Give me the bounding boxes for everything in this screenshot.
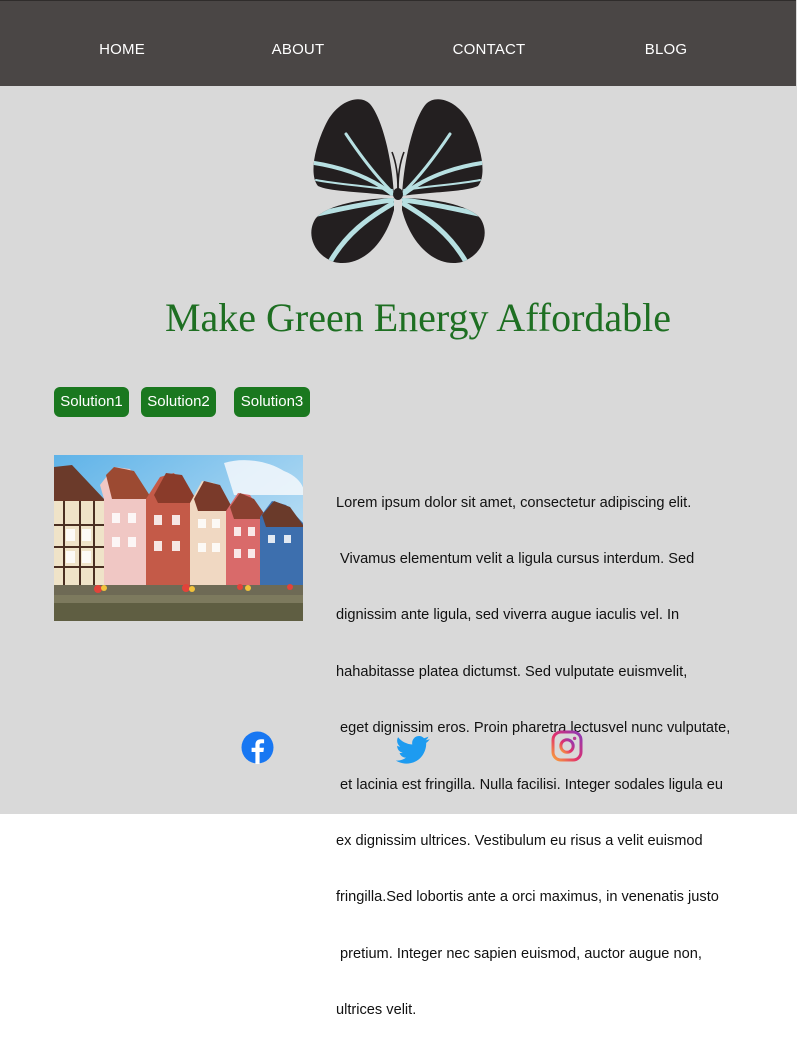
solution3-button[interactable]: Solution3: [234, 387, 310, 417]
page-edge: [797, 0, 803, 816]
paragraph-line: ex dignissim ultrices. Vestibulum eu ris…: [336, 832, 703, 849]
nav-about-link[interactable]: ABOUT: [272, 41, 325, 58]
paragraph-line: et lacinia est fringilla. Nulla facilisi…: [336, 776, 723, 793]
solution2-button[interactable]: Solution2: [141, 387, 216, 417]
nav-home-link[interactable]: HOME: [99, 41, 145, 58]
top-nav: HOME ABOUT CONTACT BLOG: [0, 0, 796, 86]
solution1-button[interactable]: Solution1: [54, 387, 129, 417]
instagram-icon[interactable]: [551, 730, 583, 762]
twitter-icon[interactable]: [395, 735, 430, 765]
paragraph-line: Vivamus elementum velit a ligula cursus …: [336, 550, 695, 567]
paragraph-line: Lorem ipsum dolor sit amet, consectetur …: [336, 494, 692, 511]
paragraph-line: dignissim ante ligula, sed viverra augue…: [336, 607, 680, 624]
paragraph-line: pretium. Integer nec sapien euismod, auc…: [336, 945, 702, 962]
nav-contact-link[interactable]: CONTACT: [453, 41, 526, 58]
page-headline: Make Green Energy Affordable: [164, 295, 672, 340]
houses-photo: [54, 455, 303, 621]
paragraph-line: fringilla.Sed lobortis ante a orci maxim…: [336, 889, 719, 906]
butterfly-logo-icon: [306, 96, 490, 268]
paragraph-line: hahabitasse platea dictumst. Sed vulputa…: [336, 663, 688, 680]
paragraph-line: ultrices velit.: [336, 1002, 417, 1019]
nav-blog-link[interactable]: BLOG: [645, 41, 687, 58]
facebook-icon[interactable]: [241, 731, 274, 764]
